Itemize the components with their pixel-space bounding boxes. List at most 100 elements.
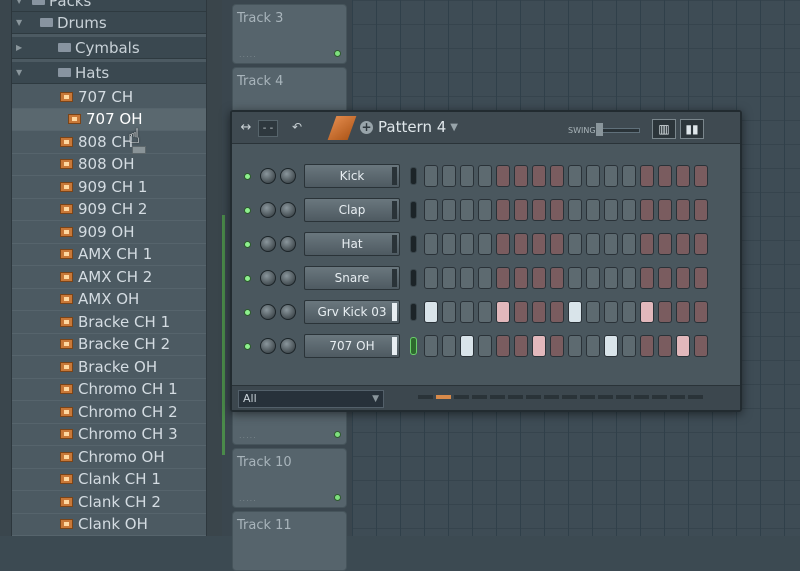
volume-knob[interactable] — [280, 270, 296, 286]
step-button[interactable] — [604, 165, 618, 187]
step-button[interactable] — [424, 165, 438, 187]
step-button[interactable] — [622, 267, 636, 289]
step-button[interactable] — [496, 267, 510, 289]
chevron-down-icon[interactable]: ▼ — [372, 391, 379, 407]
step-button[interactable] — [604, 199, 618, 221]
step-button[interactable] — [442, 233, 456, 255]
step-button[interactable] — [460, 267, 474, 289]
step-button[interactable] — [676, 267, 690, 289]
channel-select-bar[interactable] — [392, 235, 397, 253]
step-button[interactable] — [532, 267, 546, 289]
file-item[interactable]: Bracke CH 2 — [12, 334, 206, 356]
channel-rack[interactable]: ↔ - - ↶ + Pattern 4 ▼ SWING ▥ ▮▮ Kick Cla… — [230, 110, 742, 412]
step-button[interactable] — [568, 165, 582, 187]
volume-knob[interactable] — [280, 236, 296, 252]
file-item[interactable]: Clank CH 1 — [12, 469, 206, 491]
step-button[interactable] — [442, 301, 456, 323]
folder-hats[interactable]: ▼ Hats — [12, 62, 206, 84]
step-button[interactable] — [532, 199, 546, 221]
step-button[interactable] — [478, 301, 492, 323]
step-button[interactable] — [640, 267, 654, 289]
file-item[interactable]: 909 CH 1 — [12, 176, 206, 199]
step-button[interactable] — [424, 199, 438, 221]
channel-led[interactable] — [244, 207, 251, 214]
step-button[interactable] — [514, 233, 528, 255]
step-button[interactable] — [694, 267, 708, 289]
add-pattern-icon[interactable]: + — [360, 120, 373, 134]
step-button[interactable] — [460, 301, 474, 323]
resize-arrows-icon[interactable]: ↔ — [236, 120, 256, 137]
channel-led[interactable] — [244, 343, 251, 350]
step-button[interactable] — [532, 165, 546, 187]
volume-knob[interactable] — [280, 202, 296, 218]
step-button[interactable] — [568, 335, 582, 357]
collapse-arrow-icon[interactable]: ▼ — [16, 0, 22, 5]
step-button[interactable] — [550, 199, 564, 221]
pan-knob[interactable] — [260, 202, 276, 218]
pan-knob[interactable] — [260, 168, 276, 184]
step-button[interactable] — [604, 301, 618, 323]
step-button[interactable] — [676, 301, 690, 323]
step-button[interactable] — [478, 199, 492, 221]
step-button[interactable] — [658, 233, 672, 255]
channel-select-bar[interactable] — [392, 167, 397, 185]
step-button[interactable] — [604, 233, 618, 255]
step-button[interactable] — [640, 301, 654, 323]
step-button[interactable] — [460, 199, 474, 221]
step-button[interactable] — [640, 233, 654, 255]
step-button[interactable] — [424, 233, 438, 255]
track-header[interactable]: Track 10..... — [232, 448, 347, 508]
step-button[interactable] — [568, 301, 582, 323]
pan-knob[interactable] — [260, 304, 276, 320]
volume-knob[interactable] — [280, 304, 296, 320]
step-button[interactable] — [514, 335, 528, 357]
mixer-track-indicator[interactable] — [410, 235, 417, 253]
channel-select-bar[interactable] — [392, 303, 397, 321]
step-button[interactable] — [568, 267, 582, 289]
pan-knob[interactable] — [260, 270, 276, 286]
volume-knob[interactable] — [280, 168, 296, 184]
step-button[interactable] — [568, 199, 582, 221]
track-header[interactable]: Track 3..... — [232, 4, 347, 64]
step-button[interactable] — [658, 199, 672, 221]
track-led[interactable] — [334, 431, 341, 438]
step-button[interactable] — [550, 165, 564, 187]
file-item[interactable]: Chromo CH 3 — [12, 424, 206, 446]
step-button[interactable] — [694, 335, 708, 357]
rack-titlebar[interactable]: ↔ - - ↶ + Pattern 4 ▼ SWING ▥ ▮▮ — [232, 112, 740, 144]
step-button[interactable] — [424, 335, 438, 357]
pan-knob[interactable] — [260, 338, 276, 354]
step-button[interactable] — [442, 335, 456, 357]
step-button[interactable] — [658, 301, 672, 323]
file-item[interactable]: Chromo CH 1 — [12, 379, 206, 401]
step-button[interactable] — [424, 267, 438, 289]
step-button[interactable] — [658, 267, 672, 289]
expand-arrow-icon[interactable]: ▶ — [16, 43, 22, 52]
channel-button[interactable]: Hat — [304, 232, 400, 256]
file-item[interactable]: 808 OH — [12, 154, 206, 176]
step-button[interactable] — [604, 335, 618, 357]
pattern-color-swatch[interactable] — [327, 116, 357, 140]
file-item[interactable]: AMX CH 2 — [12, 266, 206, 289]
step-button[interactable] — [568, 233, 582, 255]
step-button[interactable] — [478, 165, 492, 187]
step-button[interactable] — [586, 233, 600, 255]
step-button[interactable] — [604, 267, 618, 289]
file-item[interactable]: 808 CH — [12, 131, 206, 154]
step-button[interactable] — [622, 335, 636, 357]
file-item[interactable]: Clank CH 2 — [12, 491, 206, 514]
channel-button[interactable]: Kick — [304, 164, 400, 188]
step-button[interactable] — [496, 199, 510, 221]
step-button[interactable] — [514, 165, 528, 187]
channel-button[interactable]: Snare — [304, 266, 400, 290]
step-button[interactable] — [532, 233, 546, 255]
step-button[interactable] — [496, 165, 510, 187]
folder-drums[interactable]: ▼ Drums — [12, 12, 206, 34]
step-button[interactable] — [424, 301, 438, 323]
step-button[interactable] — [676, 233, 690, 255]
step-button[interactable] — [658, 165, 672, 187]
channel-led[interactable] — [244, 275, 251, 282]
pan-knob[interactable] — [260, 236, 276, 252]
channel-filter-select[interactable]: All ▼ — [238, 390, 384, 408]
step-button[interactable] — [586, 199, 600, 221]
